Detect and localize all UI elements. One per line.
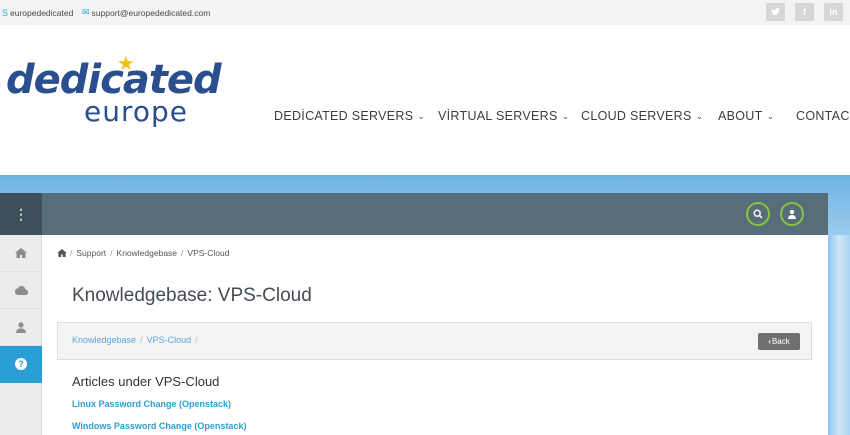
nav-cloud-servers[interactable]: CLOUD SERVERS ⌄: [581, 107, 704, 125]
chevron-down-icon: ⌄: [417, 110, 426, 121]
article-link[interactable]: Linux Password Change (Openstack): [72, 399, 231, 409]
sidebar-item-account[interactable]: [0, 309, 42, 346]
sky-background-edge: [828, 235, 850, 435]
sidebar-item-support[interactable]: ?: [0, 346, 42, 383]
cloud-icon: [14, 285, 28, 295]
logo-star-icon: ★: [117, 53, 135, 75]
nav-virtual-servers[interactable]: VİRTUAL SERVERS ⌄: [438, 107, 569, 125]
skype-icon: S: [2, 7, 9, 18]
account-button[interactable]: [780, 202, 804, 226]
article-link[interactable]: Windows Password Change (Openstack): [72, 421, 246, 431]
mail-icon: ✉: [82, 7, 90, 17]
user-icon: [788, 209, 796, 219]
chevron-down-icon: ⌄: [561, 110, 570, 121]
back-button[interactable]: ‹ Back: [758, 333, 800, 350]
svg-text:?: ?: [18, 359, 24, 369]
breadcrumb-current: VPS-Cloud: [187, 248, 230, 258]
skype-contact[interactable]: S europededicated: [2, 0, 73, 25]
kb-crumb-vps-cloud[interactable]: VPS-Cloud: [147, 335, 192, 345]
user-icon: [16, 321, 26, 333]
sidebar-item-home[interactable]: [0, 235, 42, 272]
twitter-icon[interactable]: [766, 3, 785, 21]
top-contact-bar: S europededicated ✉ support@europededica…: [0, 0, 850, 25]
email-address: support@europededicated.com: [91, 7, 211, 18]
breadcrumb: / Support / Knowledgebase / VPS-Cloud: [57, 248, 233, 258]
kb-breadcrumb-bar: Knowledgebase / VPS-Cloud / ‹ Back: [57, 322, 812, 360]
breadcrumb-knowledgebase[interactable]: Knowledgebase: [117, 248, 178, 258]
page-title: Knowledgebase: VPS-Cloud: [72, 285, 312, 306]
menu-toggle-icon[interactable]: ⋮: [0, 193, 42, 235]
sidebar-item-services[interactable]: [0, 272, 42, 309]
chevron-left-icon: ‹: [768, 337, 771, 346]
client-sidebar: ?: [0, 235, 42, 435]
chevron-down-icon: ⌄: [695, 110, 704, 121]
articles-heading: Articles under VPS-Cloud: [72, 374, 220, 389]
search-icon: [753, 209, 763, 219]
main-content: / Support / Knowledgebase / VPS-Cloud Kn…: [42, 235, 828, 435]
logo-text-europe: europe: [84, 95, 188, 128]
email-contact[interactable]: ✉ support@europededicated.com: [82, 0, 210, 25]
nav-contact[interactable]: CONTACT: [796, 107, 850, 125]
linkedin-icon[interactable]: in: [824, 3, 843, 21]
site-logo[interactable]: dedicated ★ europe: [6, 53, 222, 128]
client-area-toolbar: [0, 193, 828, 235]
kb-breadcrumb: Knowledgebase / VPS-Cloud /: [72, 335, 198, 345]
home-icon[interactable]: [57, 249, 67, 257]
nav-about[interactable]: ABOUT ⌄: [718, 107, 774, 125]
facebook-icon[interactable]: f: [795, 3, 814, 21]
breadcrumb-support[interactable]: Support: [76, 248, 106, 258]
skype-username: europededicated: [10, 7, 74, 18]
help-icon: ?: [15, 358, 27, 370]
kb-crumb-knowledgebase[interactable]: Knowledgebase: [72, 335, 136, 345]
home-icon: [15, 248, 27, 258]
chevron-down-icon: ⌄: [766, 110, 775, 121]
search-button[interactable]: [746, 202, 770, 226]
site-header: dedicated ★ europe DEDİCATED SERVERS ⌄ Vİ…: [0, 25, 850, 175]
nav-dedicated-servers[interactable]: DEDİCATED SERVERS ⌄: [274, 107, 425, 125]
